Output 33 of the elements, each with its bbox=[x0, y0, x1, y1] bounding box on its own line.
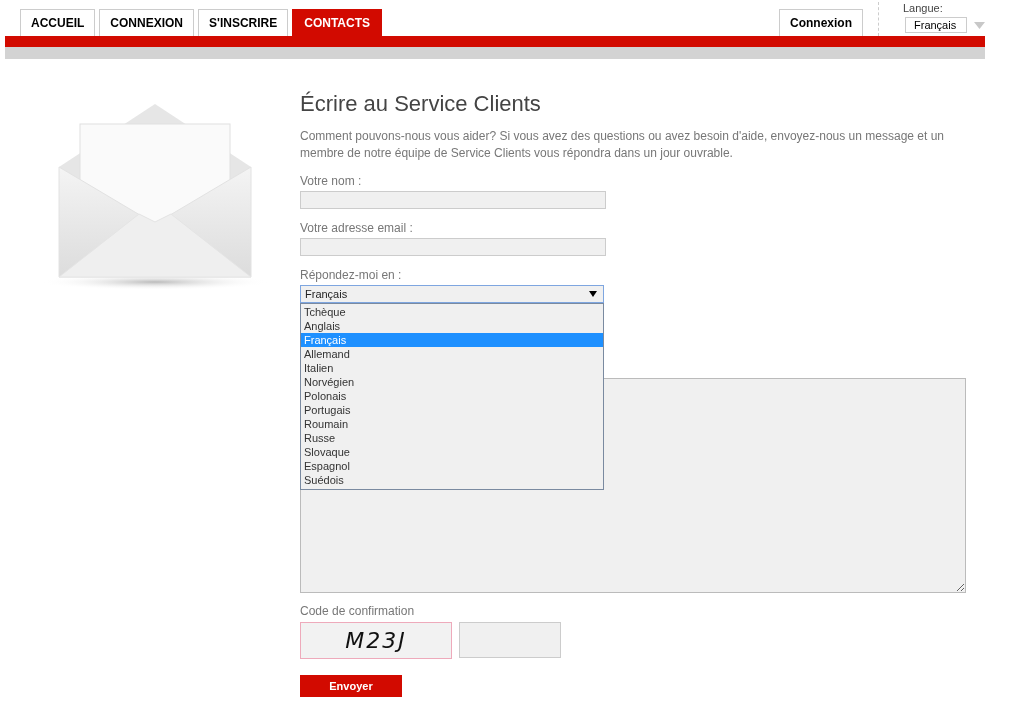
captcha-image: M23J bbox=[300, 622, 452, 659]
field-label: Code de confirmation bbox=[300, 604, 415, 618]
dropdown-option[interactable]: Allemand bbox=[301, 347, 603, 361]
nav-tab[interactable]: CONNEXION bbox=[99, 9, 195, 36]
language-label: Langue: bbox=[903, 2, 944, 14]
dropdown-option[interactable]: Russe bbox=[301, 431, 603, 445]
dropdown-option[interactable]: Tchèque bbox=[301, 305, 603, 319]
intro-text: Comment pouvons-nous vous aider? Si vous avez des questions ou avez besoin d'aide, envoyez-nous un message et un membre de notre équipe de Service Clients vous répondra dans un jour ouvrable. bbox=[300, 128, 945, 162]
dropdown-arrow-icon bbox=[589, 291, 597, 297]
nav-tab[interactable]: ACCUEIL bbox=[20, 9, 96, 36]
dropdown-option[interactable]: Espagnol bbox=[301, 459, 603, 473]
nav-tab[interactable]: CONTACTS bbox=[292, 9, 382, 36]
page-title: Écrire au Service Clients bbox=[300, 92, 541, 116]
dropdown-option[interactable]: Italien bbox=[301, 361, 603, 375]
dropdown-arrow-icon[interactable] bbox=[974, 21, 985, 29]
field-label: Votre adresse email : bbox=[300, 221, 414, 235]
dropdown-option[interactable]: Polonais bbox=[301, 389, 603, 403]
language-select[interactable]: Français bbox=[905, 17, 967, 33]
send-button[interactable]: Envoyer bbox=[300, 675, 402, 697]
login-button[interactable]: Connexion bbox=[779, 9, 863, 36]
captcha-field[interactable] bbox=[459, 622, 561, 658]
field-label: Votre nom : bbox=[300, 174, 363, 188]
dropdown-option[interactable]: Anglais bbox=[301, 319, 603, 333]
dropdown-option[interactable]: Norvégien bbox=[301, 375, 603, 389]
dropdown-option[interactable]: Suédois bbox=[301, 473, 603, 487]
text-field[interactable] bbox=[300, 238, 606, 256]
nav-tab[interactable]: S'INSCRIRE bbox=[198, 9, 289, 36]
dropdown-option[interactable]: Roumain bbox=[301, 417, 603, 431]
dropdown-option[interactable]: Slovaque bbox=[301, 445, 603, 459]
language-select[interactable]: Français bbox=[300, 285, 604, 303]
text-field[interactable] bbox=[300, 191, 606, 209]
field-label: Répondez-moi en : bbox=[300, 268, 403, 282]
dropdown-option[interactable]: Portugais bbox=[301, 403, 603, 417]
